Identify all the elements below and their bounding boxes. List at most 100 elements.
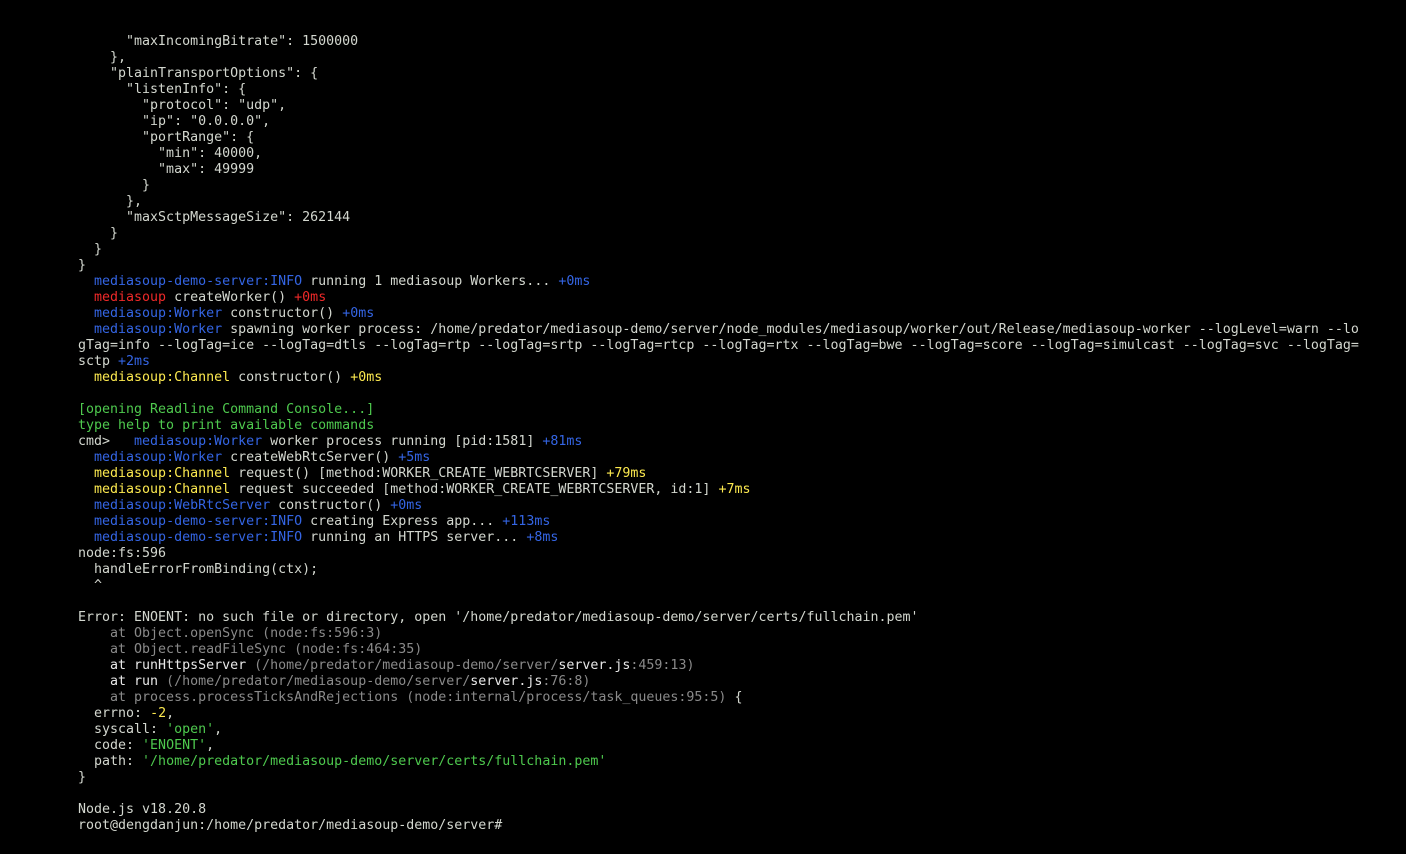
terminal-text-segment: createWorker() [166, 290, 295, 305]
terminal-text-segment: sctp [78, 354, 119, 369]
terminal-text-segment: request succeeded [method:WORKER_CREATE_… [230, 482, 719, 497]
terminal-text-segment: gTag=info --logTag=ice --logTag=dtls --l… [78, 338, 1359, 353]
terminal-text-segment: "maxIncomingBitrate": 1500000 [78, 34, 359, 49]
terminal-line: "ip": "0.0.0.0", [78, 114, 1398, 130]
terminal-line: sctp +2ms [78, 354, 1398, 370]
terminal-text-segment: path: [78, 754, 143, 769]
terminal-text-segment: creating Express app... [302, 514, 503, 529]
terminal-text-segment: +0ms [350, 370, 383, 385]
terminal-line: Node.js v18.20.8 [78, 802, 1398, 818]
terminal-line: errno: -2, [78, 706, 1398, 722]
terminal-line: "portRange": { [78, 130, 1398, 146]
terminal-text-segment: mediasoup-demo-server:INFO [94, 274, 303, 289]
terminal-text-segment: at Object.readFileSync (node:fs:464:35) [78, 642, 423, 657]
terminal-text-segment: 'open' [166, 722, 215, 737]
terminal-text-segment: mediasoup:Worker [94, 322, 223, 337]
terminal-text-segment: , [166, 706, 175, 721]
terminal-line: ^ [78, 578, 1398, 594]
terminal-text-segment: , [206, 738, 215, 753]
terminal-text-segment: spawning worker process: /home/predator/… [222, 322, 1359, 337]
terminal-text-segment: :76:8) [542, 674, 591, 689]
terminal-line: node:fs:596 [78, 546, 1398, 562]
terminal-text-segment: +2ms [118, 354, 151, 369]
terminal-text-segment: running an HTTPS server... [302, 530, 527, 545]
terminal-text-segment: +113ms [502, 514, 551, 529]
terminal-text-segment: constructor() [222, 306, 343, 321]
terminal-text-segment: constructor() [230, 370, 351, 385]
terminal-text-segment: running 1 mediasoup Workers... [302, 274, 559, 289]
terminal-text-segment: mediasoup:Worker [94, 306, 223, 321]
terminal-text-segment: } [78, 242, 103, 257]
terminal-text-segment: "portRange": { [78, 130, 255, 145]
terminal-text-segment: "max": 49999 [78, 162, 255, 177]
terminal-text-segment: root@dengdanjun:/home/predator/mediasoup… [78, 818, 511, 833]
terminal-text-segment: mediasoup:Channel [94, 466, 231, 481]
terminal-text-segment: +81ms [542, 434, 583, 449]
terminal-text-segment: :459:13) [630, 658, 695, 673]
terminal-text-segment: mediasoup:Worker [134, 434, 263, 449]
terminal-line: "maxSctpMessageSize": 262144 [78, 210, 1398, 226]
terminal-text-segment: at runHttpsServer [78, 658, 255, 673]
terminal-text-segment: mediasoup:Worker [94, 450, 223, 465]
terminal-output[interactable]: "maxIncomingBitrate": 1500000 }, "plainT… [78, 34, 1398, 834]
terminal-line: "min": 40000, [78, 146, 1398, 162]
terminal-line: mediasoup:Worker spawning worker process… [78, 322, 1398, 338]
terminal-text-segment: [opening Readline Command Console...] [78, 402, 375, 417]
terminal-text-segment: } [78, 178, 151, 193]
terminal-text-segment: +8ms [526, 530, 559, 545]
terminal-line: "plainTransportOptions": { [78, 66, 1398, 82]
terminal-line: at runHttpsServer (/home/predator/medias… [78, 658, 1398, 674]
terminal-text-segment: mediasoup-demo-server:INFO [94, 530, 303, 545]
terminal-text-segment: (/home/predator/mediasoup-demo/server/ [254, 658, 559, 673]
terminal-text-segment: at Object.openSync (node:fs:596:3) [78, 626, 383, 641]
terminal-text-segment: (/home/predator/mediasoup-demo/server/ [166, 674, 471, 689]
terminal-text-segment: } [78, 258, 87, 273]
terminal-text-segment: } [78, 226, 119, 241]
terminal-text-segment: "plainTransportOptions": { [78, 66, 319, 81]
terminal-line: path: '/home/predator/mediasoup-demo/ser… [78, 754, 1398, 770]
terminal-text-segment: errno: [78, 706, 151, 721]
terminal-text-segment: Node.js v18.20.8 [78, 802, 207, 817]
terminal-line: } [78, 770, 1398, 786]
terminal-line: code: 'ENOENT', [78, 738, 1398, 754]
terminal-text-segment: at process.processTicksAndRejections (no… [78, 690, 727, 705]
terminal-text-segment: mediasoup:Channel [94, 482, 231, 497]
terminal-line: }, [78, 194, 1398, 210]
terminal-text-segment: +7ms [718, 482, 751, 497]
terminal-text-segment: }, [78, 50, 127, 65]
terminal-text-segment: +79ms [606, 466, 647, 481]
terminal-line: mediasoup-demo-server:INFO running an HT… [78, 530, 1398, 546]
terminal-text-segment: mediasoup:WebRtcServer [94, 498, 271, 513]
terminal-line: cmd> mediasoup:Worker worker process run… [78, 434, 1398, 450]
terminal-line: mediasoup:Worker createWebRtcServer() +5… [78, 450, 1398, 466]
terminal-text-segment: mediasoup:Channel [94, 370, 231, 385]
terminal-text-segment: "protocol": "udp", [78, 98, 287, 113]
terminal-line: mediasoup:Channel constructor() +0ms [78, 370, 1398, 386]
terminal-line: mediasoup-demo-server:INFO creating Expr… [78, 514, 1398, 530]
terminal-line: at process.processTicksAndRejections (no… [78, 690, 1398, 706]
terminal-text-segment: mediasoup [94, 290, 167, 305]
terminal-line: root@dengdanjun:/home/predator/mediasoup… [78, 818, 1398, 834]
terminal-text-segment: +0ms [558, 274, 591, 289]
terminal-line: } [78, 242, 1398, 258]
terminal-line: type help to print available commands [78, 418, 1398, 434]
terminal-text-segment: , [214, 722, 223, 737]
terminal-text-segment: code: [78, 738, 143, 753]
terminal-line: mediasoup:Channel request succeeded [met… [78, 482, 1398, 498]
terminal-text-segment: "min": 40000, [78, 146, 263, 161]
terminal-text-segment: at run [78, 674, 167, 689]
terminal-line: } [78, 226, 1398, 242]
terminal-text-segment: constructor() [270, 498, 391, 513]
terminal-text-segment: node:fs:596 [78, 546, 167, 561]
terminal-text-segment: "ip": "0.0.0.0", [78, 114, 271, 129]
terminal-text-segment: request() [method:WORKER_CREATE_WEBRTCSE… [230, 466, 607, 481]
terminal-text-segment: worker process running [pid:1581] [262, 434, 543, 449]
